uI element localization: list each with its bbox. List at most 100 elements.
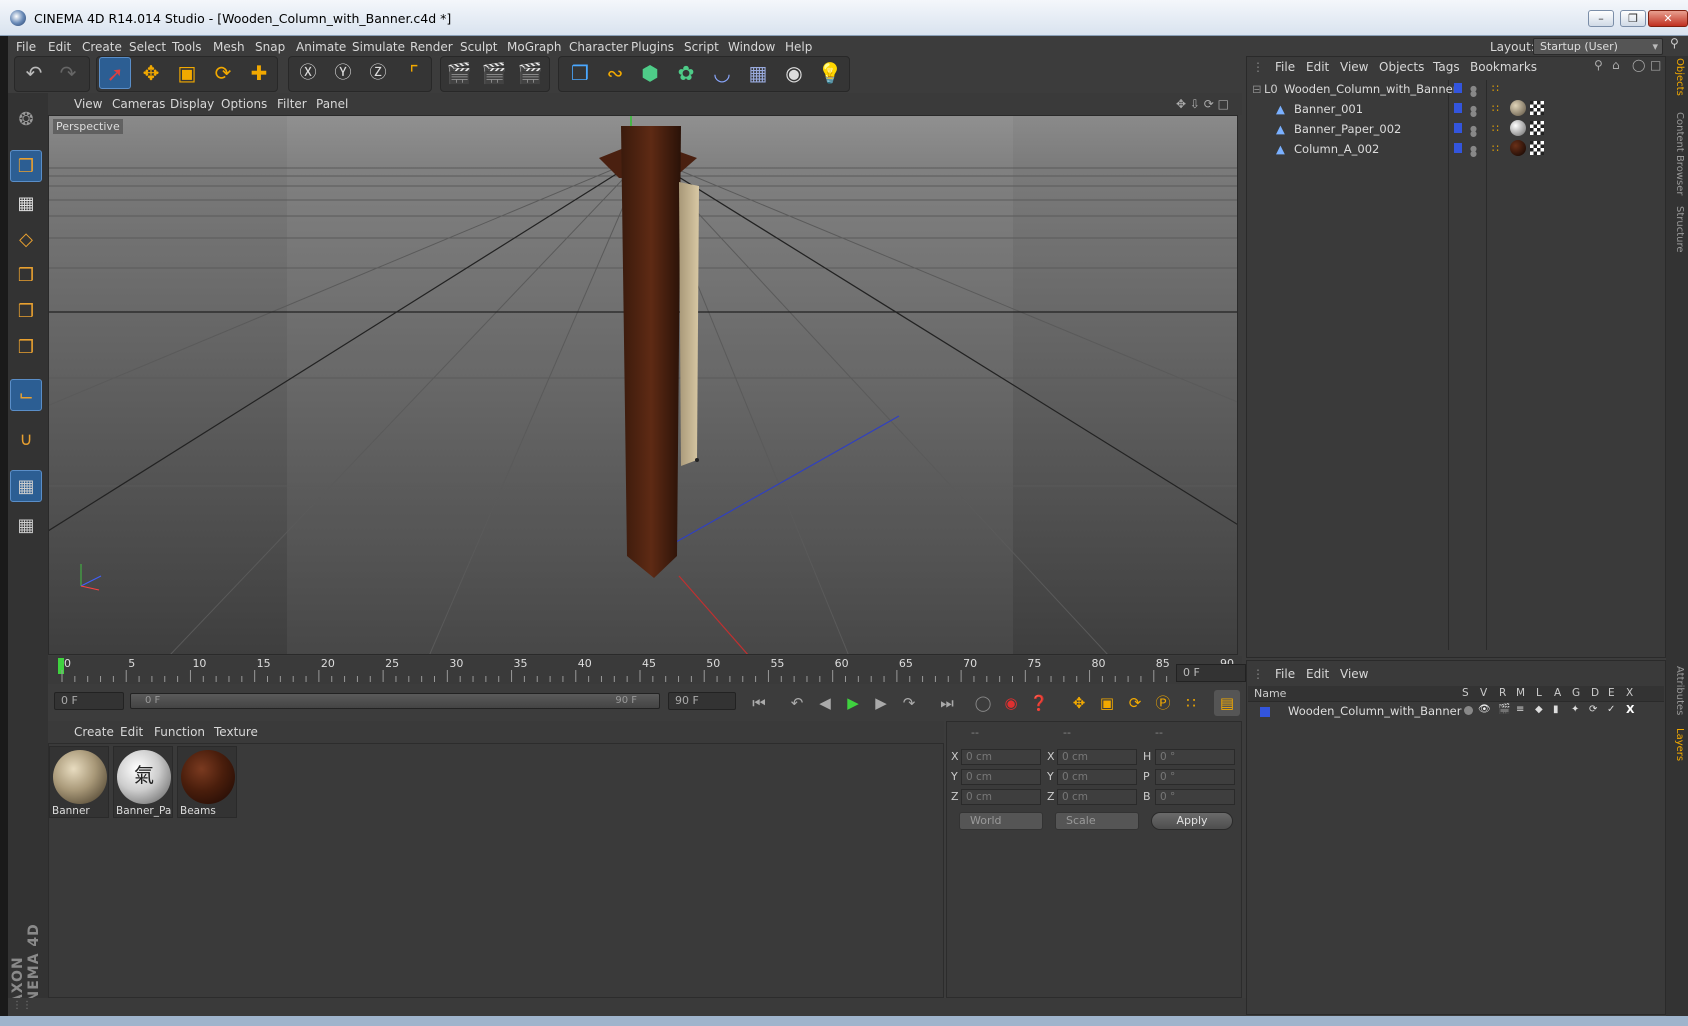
uvw-tag-icon[interactable] [1530,121,1544,135]
restore-button[interactable]: ❐ [1620,10,1646,27]
render-toggle-icon[interactable]: 🎬 [1498,704,1510,715]
y-axis-lock-icon[interactable]: Ⓨ [327,57,359,89]
redo-icon[interactable]: ↷ [52,57,84,89]
visibility-dots[interactable]: ● ● [1470,85,1477,98]
menu-script[interactable]: Script [684,40,719,54]
material-swatch[interactable]: Banner [49,746,109,818]
edges-mode-icon[interactable]: ❒ [10,296,42,328]
floor-icon[interactable]: ▦ [742,57,774,89]
key-pla-icon[interactable]: ∷ [1178,690,1204,716]
render-picture-viewer-icon[interactable]: 🎬 [478,57,510,89]
layout-select[interactable]: Startup (User) [1533,38,1663,55]
material-swatch[interactable]: 氣 Banner_Paper [113,746,173,818]
menu-mograph[interactable]: MoGraph [507,40,562,54]
snap-icon[interactable]: ∪ [10,424,42,456]
polygons-mode-icon[interactable]: ❒ [10,332,42,364]
viewport-menu-options[interactable]: Options [221,97,267,111]
size-z-field[interactable]: 0 cm [1057,789,1137,805]
layer-color-tag[interactable] [1454,83,1462,93]
workplane-icon[interactable]: ◇ [10,224,42,256]
visibility-dots[interactable]: ● ● [1470,145,1477,158]
go-to-start-icon[interactable]: ⏮ [746,690,772,716]
render-view-icon[interactable]: 🎬 [443,57,475,89]
layer-color-tag[interactable] [1454,103,1462,113]
material-swatch[interactable]: Beams [177,746,237,818]
menu-simulate[interactable]: Simulate [352,40,405,54]
object-row[interactable]: ▲ Banner_001 [1250,102,1450,120]
pos-y-field[interactable]: 0 cm [961,769,1041,785]
points-mode-icon[interactable]: ❒ [10,260,42,292]
expand-toggle-icon[interactable]: ⊟ [1252,82,1262,96]
record-icon[interactable]: ◉ [998,690,1024,716]
rotate-tool-icon[interactable]: ⟳ [207,57,239,89]
material-tag-icon[interactable] [1510,120,1526,136]
size-y-field[interactable]: 0 cm [1057,769,1137,785]
layer-col-xref[interactable]: X [1626,687,1633,699]
coordinate-system-icon[interactable]: ⌜ [398,57,430,89]
tab-attributes[interactable]: Attributes [1669,666,1685,715]
autokey-icon[interactable]: ❓ [1026,690,1052,716]
object-menu-objects[interactable]: Objects [1379,60,1424,74]
layer-color-swatch[interactable] [1260,707,1270,717]
material-menu-texture[interactable]: Texture [214,725,258,739]
menu-window[interactable]: Window [728,40,775,54]
timeline-ruler[interactable]: 051015202530354045505560657075808590 [48,656,1242,684]
layer-col-animation[interactable]: A [1554,687,1561,699]
deformer-icon[interactable]: ◡ [706,57,738,89]
search-icon[interactable]: ⚲ [1670,36,1679,50]
expression-toggle-icon[interactable]: ✓ [1607,704,1615,715]
minimize-button[interactable]: – [1588,10,1614,27]
visibility-dots[interactable]: ● ● [1470,105,1477,118]
locked-workplane-icon[interactable]: ▦ [10,470,42,502]
previous-key-icon[interactable]: ↶ [784,690,810,716]
material-tag-icon[interactable] [1510,140,1526,156]
tab-content-browser[interactable]: Content Browser [1669,112,1685,195]
recent-tool-icon[interactable]: ✚ [243,57,275,89]
manager-toggle-icon[interactable]: ≡ [1516,704,1524,715]
cube-object-icon[interactable]: ❒ [564,57,596,89]
x-axis-lock-icon[interactable]: Ⓧ [292,57,324,89]
menu-sculpt[interactable]: Sculpt [460,40,497,54]
layer-col-deformers[interactable]: D [1591,687,1599,699]
previous-frame-icon[interactable]: ◀ [812,690,838,716]
layer-color-tag[interactable] [1454,143,1462,153]
solo-toggle-icon[interactable] [1464,706,1473,715]
start-frame-field[interactable]: 0 F [54,692,124,710]
layer-col-render[interactable]: R [1499,687,1506,699]
undo-icon[interactable]: ↶ [18,57,50,89]
menu-create[interactable]: Create [82,40,122,54]
object-menu-view[interactable]: View [1340,60,1368,74]
scale-tool-icon[interactable]: ▣ [171,57,203,89]
visibility-dots[interactable]: ● ● [1470,125,1477,138]
layer-row[interactable]: Wooden_Column_with_Banner 👁 🎬 ≡ ◆ ▮ ✦ ⟳ … [1248,703,1664,721]
spline-icon[interactable]: ∾ [599,57,631,89]
key-scale-icon[interactable]: ▣ [1094,690,1120,716]
viewport-menu-filter[interactable]: Filter [277,97,307,111]
object-menu-edit[interactable]: Edit [1306,60,1329,74]
layer-color-tag[interactable] [1454,123,1462,133]
key-rotation-icon[interactable]: ⟳ [1122,690,1148,716]
layer-col-expressions[interactable]: E [1608,687,1615,699]
go-to-end-icon[interactable]: ⏭ [934,690,960,716]
viewport-menu-panel[interactable]: Panel [316,97,348,111]
xref-toggle-icon[interactable]: X [1626,703,1634,716]
material-menu-edit[interactable]: Edit [120,725,143,739]
menu-snap[interactable]: Snap [255,40,285,54]
keyframe-selection-icon[interactable]: ◯ [970,690,996,716]
array-icon[interactable]: ✿ [670,57,702,89]
rot-h-field[interactable]: 0 ° [1155,749,1235,765]
key-parameter-icon[interactable]: Ⓟ [1150,690,1176,716]
close-button[interactable]: ✕ [1648,10,1688,27]
search-icon[interactable]: ⚲ [1594,58,1603,72]
frame-range-slider[interactable]: 0 F 90 F [130,693,660,709]
live-selection-icon[interactable]: ➚ [99,57,131,89]
uvw-tag-icon[interactable] [1530,101,1544,115]
collapse-icon[interactable]: ◯ [1632,58,1645,72]
material-menu-function[interactable]: Function [154,725,205,739]
rot-p-field[interactable]: 0 ° [1155,769,1235,785]
menu-select[interactable]: Select [129,40,166,54]
nurbs-icon[interactable]: ⬢ [634,57,666,89]
menu-edit[interactable]: Edit [48,40,71,54]
size-mode-select[interactable]: Scale [1055,812,1139,830]
play-icon[interactable]: ▶ [840,690,866,716]
